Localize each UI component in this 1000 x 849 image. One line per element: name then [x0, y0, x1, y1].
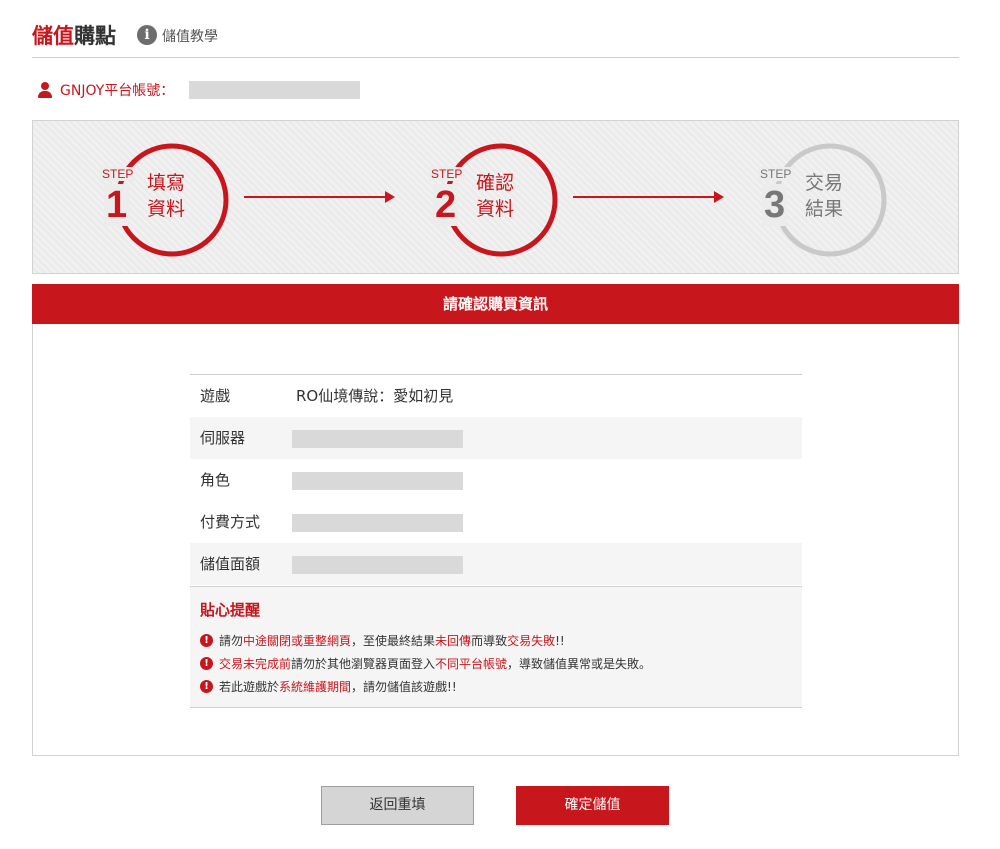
step-3-line1: 交易	[805, 172, 844, 194]
row-value: RO仙境傳說：愛如初見	[296, 387, 454, 405]
page-title: 儲值購點	[32, 20, 116, 50]
warning-icon: !	[200, 680, 213, 693]
reminder-item-1: ! 請勿 中途關閉或重整網頁 ，至使最終結果 未回傳 而導致 交易失敗!!	[200, 629, 792, 652]
tip-highlight: 系統維護期間	[279, 680, 352, 694]
account-value-masked	[189, 81, 360, 99]
table-row-character: 角色	[190, 459, 802, 501]
tip-text: ，導致儲值異常或是失敗。	[507, 657, 652, 671]
row-value-masked	[292, 430, 463, 448]
account-label: GNJOY平台帳號：	[60, 83, 175, 99]
step-2-number: 2	[433, 184, 459, 226]
row-value-masked	[292, 472, 463, 490]
tip-text: 請勿於其他瀏覽器頁面登入	[291, 657, 436, 671]
step-3-line2: 結果	[805, 198, 844, 220]
table-row-payment-method: 付費方式	[190, 501, 802, 543]
row-label: 伺服器	[200, 429, 246, 447]
tip-highlight: 中途關閉或重整網頁	[243, 634, 352, 648]
info-icon[interactable]: i	[137, 25, 157, 45]
step-3-label: 交易 結果	[805, 170, 843, 222]
tip-highlight: 交易未完成前	[219, 657, 292, 671]
back-button[interactable]: 返回重填	[321, 786, 474, 825]
tip-highlight: 不同平台帳號	[435, 657, 508, 671]
row-label: 儲值面額	[200, 555, 261, 573]
confirm-panel: 請確認購買資訊 遊戲 RO仙境傳說：愛如初見 伺服器 角色 付費方式 儲值面額 …	[32, 284, 959, 756]
tip-text: ，請勿儲值該遊戲!!	[351, 680, 457, 694]
row-label: 付費方式	[200, 513, 261, 531]
reminder-item-3: ! 若此遊戲於 系統維護期間 ，請勿儲值該遊戲!!	[200, 675, 792, 698]
tip-highlight: 未回傳	[435, 634, 472, 648]
reminder-box: 貼心提醒 ! 請勿 中途關閉或重整網頁 ，至使最終結果 未回傳 而導致 交易失敗!! ! …	[190, 586, 802, 708]
step-2-line1: 確認	[476, 172, 515, 194]
page-title-part1: 儲值	[32, 24, 74, 48]
panel-title: 請確認購買資訊	[32, 284, 959, 324]
tutorial-link[interactable]: 儲值教學	[162, 26, 218, 46]
table-row-amount: 儲值面額	[190, 543, 802, 585]
reminder-item-2: ! 交易未完成前 請勿於其他瀏覽器頁面登入 不同平台帳號 ，導致儲值異常或是失敗。	[200, 652, 792, 675]
tip-text: 而導致	[471, 634, 508, 648]
step-1-word: STEP	[100, 167, 136, 181]
page-header: 儲值購點 i 儲值教學	[32, 14, 959, 58]
tip-highlight: 交易失敗	[507, 634, 556, 648]
step-3-word: STEP	[758, 167, 794, 181]
warning-icon: !	[200, 657, 213, 670]
tip-text: 請勿	[219, 634, 244, 648]
step-1-line2: 資料	[147, 198, 186, 220]
table-row-game: 遊戲 RO仙境傳說：愛如初見	[190, 375, 802, 417]
table-row-server: 伺服器	[190, 417, 802, 459]
tip-text: !!	[555, 633, 565, 648]
step-arrow-1	[244, 191, 395, 203]
step-1-line1: 填寫	[147, 172, 186, 194]
step-1-label: 填寫 資料	[147, 170, 185, 222]
step-2-word: STEP	[429, 167, 465, 181]
confirm-button[interactable]: 確定儲值	[516, 786, 669, 825]
tip-text: 若此遊戲於	[219, 680, 280, 694]
row-value-masked	[292, 514, 463, 532]
user-icon	[38, 82, 52, 98]
purchase-info-table: 遊戲 RO仙境傳說：愛如初見 伺服器 角色 付費方式 儲值面額	[190, 374, 802, 585]
step-2-label: 確認 資料	[476, 170, 514, 222]
row-value-masked	[292, 556, 463, 574]
account-row: GNJOY平台帳號：	[38, 80, 360, 100]
step-2-line2: 資料	[476, 198, 515, 220]
steps-progress: STEP 1 填寫資料 STEP 2 確認資料 STEP 3 交易結果	[32, 120, 959, 274]
step-3: STEP 3 交易結果	[758, 140, 890, 260]
row-label: 角色	[200, 471, 231, 489]
step-arrow-2	[573, 191, 724, 203]
step-3-number: 3	[762, 184, 788, 226]
step-1: STEP 1 填寫資料	[100, 140, 232, 260]
page-title-part2: 購點	[74, 24, 116, 48]
reminder-title: 貼心提醒	[200, 601, 261, 619]
step-1-number: 1	[104, 184, 130, 226]
step-2: STEP 2 確認資料	[429, 140, 561, 260]
warning-icon: !	[200, 634, 213, 647]
row-label: 遊戲	[200, 387, 231, 405]
tip-text: ，至使最終結果	[351, 634, 436, 648]
